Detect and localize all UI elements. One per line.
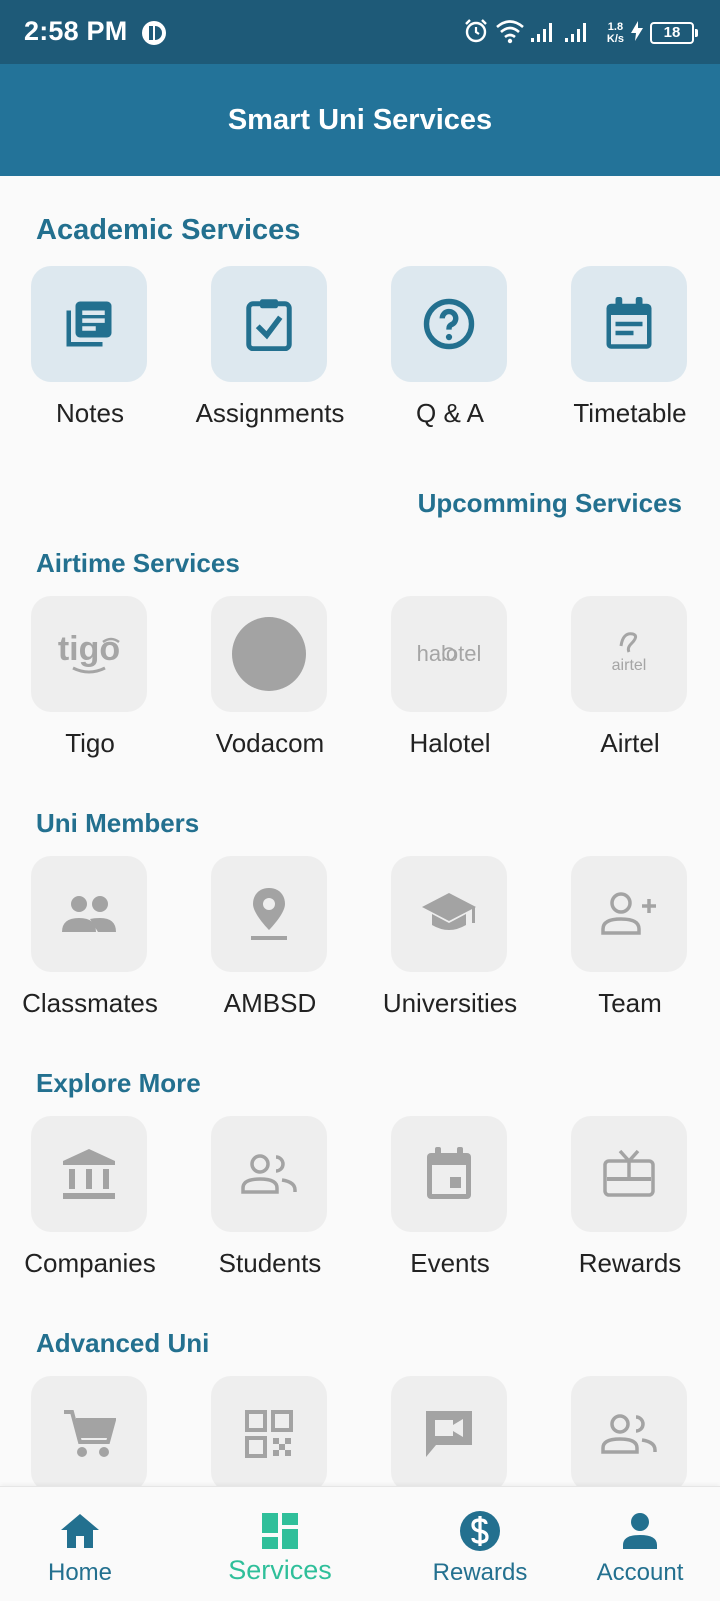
nav-label: Rewards [432, 1559, 528, 1586]
status-time: 2:58 PM [24, 16, 128, 46]
halotel-logo: halotel [417, 641, 482, 666]
nav-label: Services [228, 1555, 332, 1585]
nav-label: Home [47, 1559, 113, 1586]
person-icon [623, 1513, 657, 1549]
network-speed: 1.8 K/s [606, 21, 624, 45]
app-notification-icon [141, 20, 167, 51]
tile-label: Universities [382, 988, 518, 1018]
service-qa[interactable]: Q & A [360, 266, 540, 446]
advanced-people[interactable] [540, 1376, 720, 1486]
page-title: Smart Uni Services [227, 103, 493, 136]
section-title-academic: Academic Services [36, 214, 301, 246]
tile-label: Halotel [409, 728, 491, 758]
people-outline-icon [601, 1414, 657, 1454]
help-circle-icon [423, 298, 475, 350]
advanced-video-chat[interactable] [360, 1376, 540, 1486]
tile-label: Students [218, 1248, 322, 1278]
event-icon [427, 1147, 471, 1199]
svg-text:halotel: halotel [417, 641, 482, 666]
tile-label: Airtel [600, 728, 660, 758]
section-title-explore: Explore More [36, 1068, 201, 1098]
add-person-icon [601, 892, 656, 935]
battery-level: 18 [650, 22, 698, 44]
app-bar: Smart Uni Services [0, 64, 720, 176]
member-universities[interactable]: Universities [360, 856, 540, 1036]
svg-text:airtel: airtel [612, 657, 647, 674]
explore-rewards[interactable]: Rewards [540, 1116, 720, 1296]
advanced-shop[interactable] [0, 1376, 180, 1486]
dollar-circle-icon [460, 1511, 500, 1551]
advanced-qr[interactable] [180, 1376, 360, 1486]
member-ambsd[interactable]: AMBSD [180, 856, 360, 1036]
academic-grid: Notes Assignments Q & A Timetable [0, 266, 720, 446]
member-classmates[interactable]: Classmates [0, 856, 180, 1036]
nav-label: Account [596, 1559, 684, 1586]
svg-text:tigo: tigo [58, 630, 120, 668]
alarm-icon [463, 18, 489, 49]
nav-account[interactable]: Account [580, 1487, 700, 1601]
tile-label: Team [598, 988, 662, 1018]
upcoming-services-link[interactable]: Upcomming Services [418, 488, 682, 519]
gift-card-icon [603, 1149, 655, 1197]
status-bar: 2:58 PM 1.8 K/s 18 [0, 0, 720, 64]
bank-icon [63, 1149, 115, 1199]
clipboard-check-icon [246, 299, 292, 351]
vodacom-logo [232, 617, 306, 691]
tile-label: Assignments [195, 398, 345, 428]
explore-students[interactable]: Students [180, 1116, 360, 1296]
bottom-navigation: Home Services Rewards Account [0, 1486, 720, 1600]
nav-home[interactable]: Home [30, 1487, 130, 1601]
service-timetable[interactable]: Timetable [540, 266, 720, 446]
tile-label: Companies [24, 1248, 156, 1278]
calendar-icon [606, 297, 652, 349]
tile-label: Events [410, 1248, 490, 1278]
services-scroll[interactable]: Academic Services Notes Assignments Q & … [0, 176, 720, 1486]
graduation-cap-icon [422, 893, 476, 930]
airtime-halotel[interactable]: halotel Halotel [360, 596, 540, 776]
tile-label: Tigo [65, 728, 115, 758]
tile-label: Rewards [578, 1248, 682, 1278]
tigo-logo: tigo [58, 630, 120, 674]
members-grid: Classmates AMBSD Universities Team [0, 856, 720, 1036]
explore-grid: Companies Students Events Rewards [0, 1116, 720, 1296]
member-team[interactable]: Team [540, 856, 720, 1036]
tile-label: Vodacom [215, 728, 325, 758]
location-pin-icon [251, 888, 287, 940]
airtime-vodacom[interactable]: Vodacom [180, 596, 360, 776]
section-title-members: Uni Members [36, 808, 200, 838]
people-icon [62, 896, 116, 932]
tile-label: Q & A [416, 398, 484, 428]
home-icon [61, 1514, 99, 1548]
charging-icon [630, 20, 644, 47]
tile-label: AMBSD [223, 988, 317, 1018]
service-assignments[interactable]: Assignments [180, 266, 360, 446]
airtime-tigo[interactable]: tigo Tigo [0, 596, 180, 776]
tile-label: Notes [56, 398, 124, 428]
airtel-logo: airtel [612, 632, 647, 674]
explore-events[interactable]: Events [360, 1116, 540, 1296]
nav-services[interactable]: Services [220, 1487, 340, 1601]
wifi-icon [495, 18, 525, 49]
airtime-grid: tigo Tigo Vodacom halotel Halotel airtel… [0, 596, 720, 776]
section-title-airtime: Airtime Services [36, 548, 240, 578]
signal-icon [530, 18, 601, 49]
section-title-advanced: Advanced Uni [36, 1328, 210, 1358]
explore-companies[interactable]: Companies [0, 1116, 180, 1296]
dashboard-icon [262, 1513, 298, 1549]
tile-label: Classmates [22, 988, 158, 1018]
advanced-grid [0, 1376, 720, 1486]
cart-icon [64, 1410, 116, 1457]
qr-code-icon [245, 1410, 293, 1458]
tile-label: Timetable [573, 398, 687, 428]
people-outline-icon [241, 1154, 297, 1194]
notes-icon [66, 301, 112, 347]
nav-rewards[interactable]: Rewards [420, 1487, 540, 1601]
service-notes[interactable]: Notes [0, 266, 180, 446]
airtime-airtel[interactable]: airtel Airtel [540, 596, 720, 776]
video-chat-icon [426, 1411, 472, 1457]
